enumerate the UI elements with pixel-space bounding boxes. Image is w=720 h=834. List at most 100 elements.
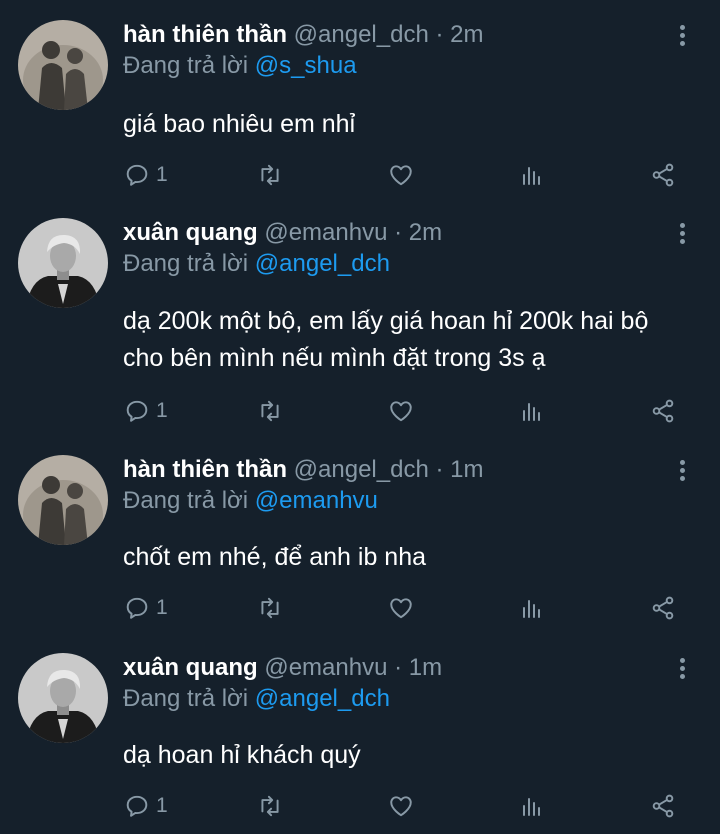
tweet-text: giá bao nhiêu em nhỉ (123, 106, 355, 143)
reply-button[interactable]: 1 (124, 160, 168, 190)
user-handle[interactable]: @angel_dch (294, 21, 429, 48)
tweet-actions: 1 (0, 396, 720, 426)
reply-mention[interactable]: @angel_dch (255, 250, 390, 277)
retweet-icon (261, 597, 279, 619)
reply-context: Đang trả lời @angel_dch (123, 684, 390, 714)
reply-context: Đang trả lời @s_shua (123, 51, 357, 81)
share-button[interactable] (650, 396, 676, 426)
display-name[interactable]: xuân quang (123, 654, 258, 681)
like-icon (390, 598, 412, 619)
tweet-text-line: chốt em nhé, để anh ib nha (123, 543, 427, 571)
retweet-icon (261, 795, 279, 817)
tweet-actions: 1 (0, 593, 720, 623)
display-name[interactable]: hàn thiên thần (123, 21, 287, 48)
analytics-icon (523, 403, 540, 421)
analytics-button[interactable] (520, 396, 544, 426)
reply-mention[interactable]: @emanhvu (255, 487, 378, 514)
tweet-header: xuân quang @emanhvu · 1m (123, 653, 442, 683)
timestamp[interactable]: 2m (409, 219, 442, 246)
analytics-button[interactable] (520, 593, 544, 623)
like-icon (390, 796, 412, 817)
more-icon[interactable] (672, 457, 692, 487)
more-icon[interactable] (672, 220, 692, 250)
share-icon (652, 794, 674, 818)
analytics-icon (523, 600, 540, 618)
avatar-image (18, 653, 108, 743)
reply-mention[interactable]: @angel_dch (255, 685, 390, 712)
retweet-button[interactable] (256, 593, 284, 623)
avatar[interactable] (18, 455, 108, 545)
separator-dot: · (394, 219, 403, 246)
tweet-text-line: dạ hoan hỉ khách quý (123, 741, 361, 769)
avatar[interactable] (18, 653, 108, 743)
share-icon (652, 596, 674, 620)
timestamp[interactable]: 1m (409, 654, 442, 681)
tweet-actions: 1 (0, 160, 720, 190)
separator-dot: · (394, 654, 403, 681)
avatar[interactable] (18, 218, 108, 308)
separator-dot: · (435, 21, 444, 48)
reply-icon (126, 795, 148, 817)
tweet-header: hàn thiên thần @angel_dch · 2m (123, 20, 484, 50)
user-handle[interactable]: @emanhvu (264, 219, 387, 246)
retweet-button[interactable] (256, 791, 284, 821)
separator-dot: · (435, 456, 444, 483)
avatar[interactable] (18, 20, 108, 110)
reply-icon (126, 400, 148, 422)
user-handle[interactable]: @emanhvu (264, 654, 387, 681)
reply-count: 1 (156, 163, 168, 186)
reply-prefix: Đang trả lời (123, 250, 249, 277)
reply-count: 1 (156, 596, 168, 619)
share-icon (652, 163, 674, 187)
like-button[interactable] (387, 396, 415, 426)
display-name[interactable]: xuân quang (123, 219, 258, 246)
retweet-icon (261, 400, 279, 422)
tweet-header: hàn thiên thần @angel_dch · 1m (123, 455, 484, 485)
reply-button[interactable]: 1 (124, 396, 168, 426)
like-button[interactable] (387, 593, 415, 623)
reply-button[interactable]: 1 (124, 791, 168, 821)
tweet-text: chốt em nhé, để anh ib nha (123, 539, 426, 576)
like-icon (390, 165, 412, 186)
analytics-icon (523, 167, 540, 185)
avatar-image (18, 455, 108, 545)
reply-button[interactable]: 1 (124, 593, 168, 623)
tweet-header: xuân quang @emanhvu · 2m (123, 218, 442, 248)
timestamp[interactable]: 1m (450, 456, 483, 483)
reply-prefix: Đang trả lời (123, 487, 249, 514)
reply-icon (126, 164, 148, 186)
analytics-icon (523, 798, 540, 816)
reply-count: 1 (156, 399, 168, 422)
tweet-text-line: giá bao nhiêu em nhỉ (123, 110, 356, 138)
share-icon (652, 399, 674, 423)
reply-mention[interactable]: @s_shua (255, 52, 357, 79)
analytics-button[interactable] (520, 160, 544, 190)
tweet-text: dạ hoan hỉ khách quý (123, 737, 361, 774)
avatar-image (18, 218, 108, 308)
tweet-text-line: dạ 200k một bộ, em lấy giá hoan hỉ 200k … (123, 307, 649, 335)
share-button[interactable] (650, 791, 676, 821)
share-button[interactable] (650, 160, 676, 190)
reply-context: Đang trả lời @emanhvu (123, 486, 378, 516)
reply-icon (126, 597, 148, 619)
more-icon[interactable] (672, 655, 692, 685)
tweet-text: dạ 200k một bộ, em lấy giá hoan hỉ 200k … (123, 303, 648, 377)
retweet-icon (261, 164, 279, 186)
more-icon[interactable] (672, 22, 692, 52)
reply-prefix: Đang trả lời (123, 685, 249, 712)
reply-count: 1 (156, 794, 168, 817)
tweet-text-line: cho bên mình nếu mình đặt trong 3s ạ (123, 344, 546, 372)
display-name[interactable]: hàn thiên thần (123, 456, 287, 483)
retweet-button[interactable] (256, 396, 284, 426)
reply-context: Đang trả lời @angel_dch (123, 249, 390, 279)
like-icon (390, 401, 412, 422)
timestamp[interactable]: 2m (450, 21, 483, 48)
like-button[interactable] (387, 791, 415, 821)
retweet-button[interactable] (256, 160, 284, 190)
share-button[interactable] (650, 593, 676, 623)
reply-prefix: Đang trả lời (123, 52, 249, 79)
analytics-button[interactable] (520, 791, 544, 821)
like-button[interactable] (387, 160, 415, 190)
tweet-actions: 1 (0, 791, 720, 821)
user-handle[interactable]: @angel_dch (294, 456, 429, 483)
